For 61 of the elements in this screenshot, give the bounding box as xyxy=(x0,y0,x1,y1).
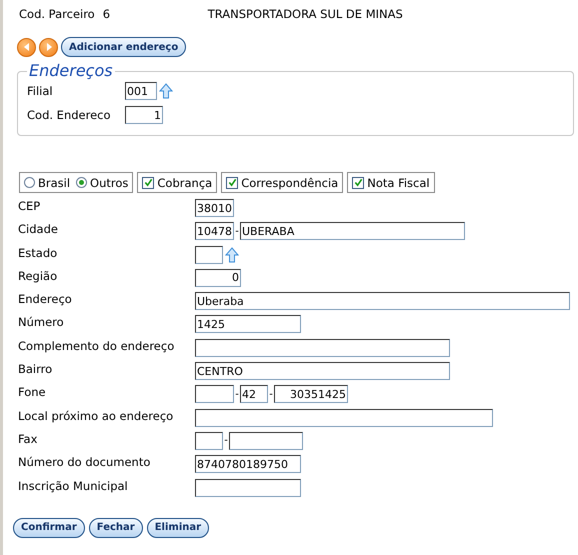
input-field[interactable]: 1425 xyxy=(195,315,301,334)
input-field[interactable]: 10478 xyxy=(195,222,234,240)
previous-button[interactable] xyxy=(17,38,36,56)
field-label: Região xyxy=(18,268,58,283)
checkbox-label: Correspondência xyxy=(241,176,338,190)
up-arrow-icon[interactable] xyxy=(225,246,239,263)
branch-field[interactable]: 001 xyxy=(125,82,157,100)
partner-code-label: Cod. Parceiro xyxy=(19,7,95,21)
add-address-button[interactable]: Adicionar endereço xyxy=(61,37,186,57)
left-triangle-icon xyxy=(22,42,32,52)
partner-name: TRANSPORTADORA SUL DE MINAS xyxy=(208,7,403,21)
address-code-field[interactable]: 1 xyxy=(125,106,163,124)
action-button[interactable]: Confirmar xyxy=(13,518,85,538)
input-field[interactable] xyxy=(195,385,234,404)
input-field[interactable] xyxy=(195,478,301,497)
field-label: Número xyxy=(18,315,65,330)
field-label: Bairro xyxy=(18,362,54,376)
panel-title: Endereços xyxy=(28,63,114,79)
field-label: Local próximo ao endereço xyxy=(18,408,174,423)
checkbox-label: Cobrança xyxy=(157,176,212,190)
partner-code: 6 xyxy=(102,7,112,21)
checkbox[interactable] xyxy=(352,176,364,188)
field-label: Inscrição Municipal xyxy=(18,478,129,493)
field-label: Fax xyxy=(18,432,38,446)
checkbox-label: Nota Fiscal xyxy=(367,176,430,190)
radio-button[interactable] xyxy=(24,177,35,188)
input-field[interactable] xyxy=(195,432,223,450)
field-label: Complemento do endereço xyxy=(18,338,176,353)
input-field[interactable]: 8740780189750 xyxy=(195,455,301,474)
separator: - xyxy=(268,388,274,400)
input-field[interactable]: UBERABA xyxy=(240,222,465,240)
radio-label: Outros xyxy=(90,176,128,190)
radio-button[interactable] xyxy=(76,177,88,188)
input-field[interactable]: CENTRO xyxy=(195,362,450,380)
action-button[interactable]: Fechar xyxy=(88,518,143,538)
input-field[interactable]: 38010 xyxy=(195,199,234,217)
input-field[interactable]: 0 xyxy=(195,268,241,287)
separator: - xyxy=(234,388,240,400)
field-label: Endereço xyxy=(18,292,73,306)
separator: - xyxy=(223,435,229,446)
input-field[interactable] xyxy=(195,338,450,357)
input-field[interactable]: 30351425 xyxy=(274,385,348,404)
input-field[interactable] xyxy=(229,432,303,450)
field-label: Filial xyxy=(27,84,54,98)
field-label: Cod. Endereco xyxy=(27,108,112,122)
separator: - xyxy=(234,226,240,237)
input-field[interactable] xyxy=(195,246,223,264)
checkbox[interactable] xyxy=(142,176,154,188)
checkbox[interactable] xyxy=(226,176,238,188)
next-button[interactable] xyxy=(39,38,58,56)
field-label: Número do documento xyxy=(18,455,152,470)
up-arrow-icon[interactable] xyxy=(159,83,173,99)
input-field[interactable] xyxy=(195,408,493,427)
radio-label: Brasil xyxy=(38,176,70,190)
field-label: Fone xyxy=(18,385,47,400)
action-button[interactable]: Eliminar xyxy=(146,518,210,538)
input-field[interactable]: 42 xyxy=(240,385,268,404)
field-label: CEP xyxy=(18,199,42,213)
field-label: Estado xyxy=(18,246,58,260)
input-field[interactable]: Uberaba xyxy=(195,292,570,310)
field-label: Cidade xyxy=(18,222,59,236)
